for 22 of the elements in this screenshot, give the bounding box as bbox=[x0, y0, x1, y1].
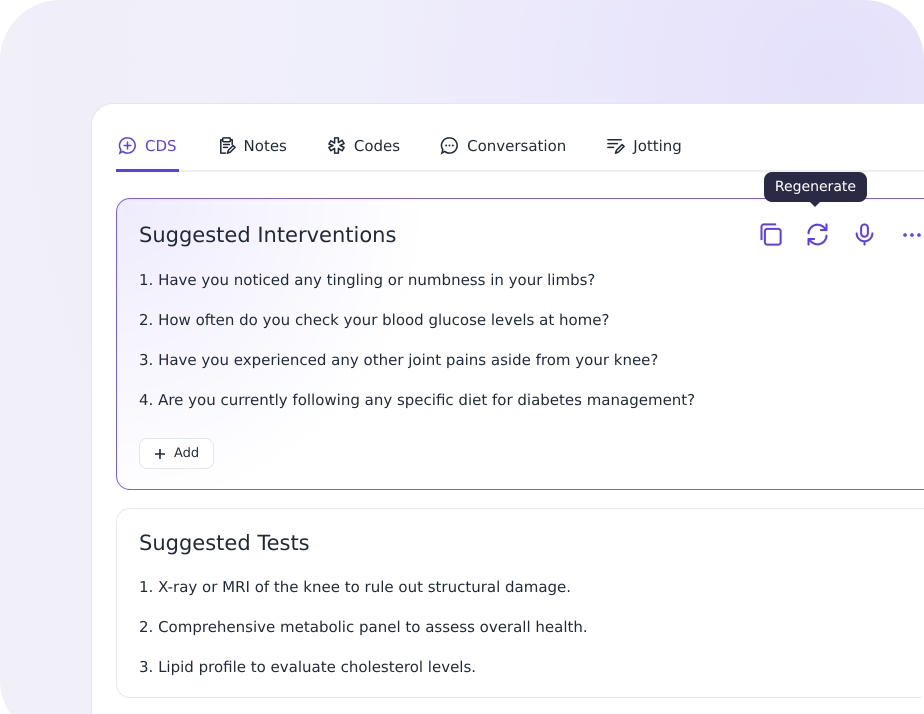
more-icon bbox=[902, 232, 920, 236]
section-title: Suggested Interventions bbox=[139, 222, 396, 246]
tab[interactable]: Jotting bbox=[604, 124, 684, 172]
chat-bubble-icon bbox=[440, 136, 460, 155]
list-item: 4. Are you currently following any specific diet for diabetes management? bbox=[139, 390, 696, 410]
section-title: Suggested Tests bbox=[139, 531, 310, 555]
pen-lines-icon bbox=[606, 136, 626, 155]
add-button[interactable]: Add bbox=[139, 438, 214, 469]
tab[interactable]: CDS bbox=[116, 124, 179, 172]
tab[interactable]: Codes bbox=[324, 124, 402, 172]
tooltip: Regenerate bbox=[764, 172, 867, 207]
medical-chat-icon bbox=[118, 136, 137, 155]
tab[interactable]: Conversation bbox=[438, 124, 568, 172]
plus-icon bbox=[154, 448, 166, 460]
asterisk-icon bbox=[326, 136, 346, 155]
tab[interactable]: Notes bbox=[214, 124, 289, 172]
list-item: 1. Have you noticed any tingling or numbness in your limbs? bbox=[139, 270, 596, 290]
list-item: 3. Have you experienced any other joint pains aside from your knee? bbox=[139, 350, 660, 370]
list-item: 2. Comprehensive metabolic panel to assess overall health. bbox=[139, 617, 589, 637]
list-item: 1. X-ray or MRI of the knee to rule out structural damage. bbox=[139, 577, 572, 597]
list-item: 2. How often do you check your blood glucose levels at home? bbox=[139, 310, 610, 330]
list-item: 3. Lipid profile to evaluate cholesterol levels. bbox=[139, 657, 478, 677]
